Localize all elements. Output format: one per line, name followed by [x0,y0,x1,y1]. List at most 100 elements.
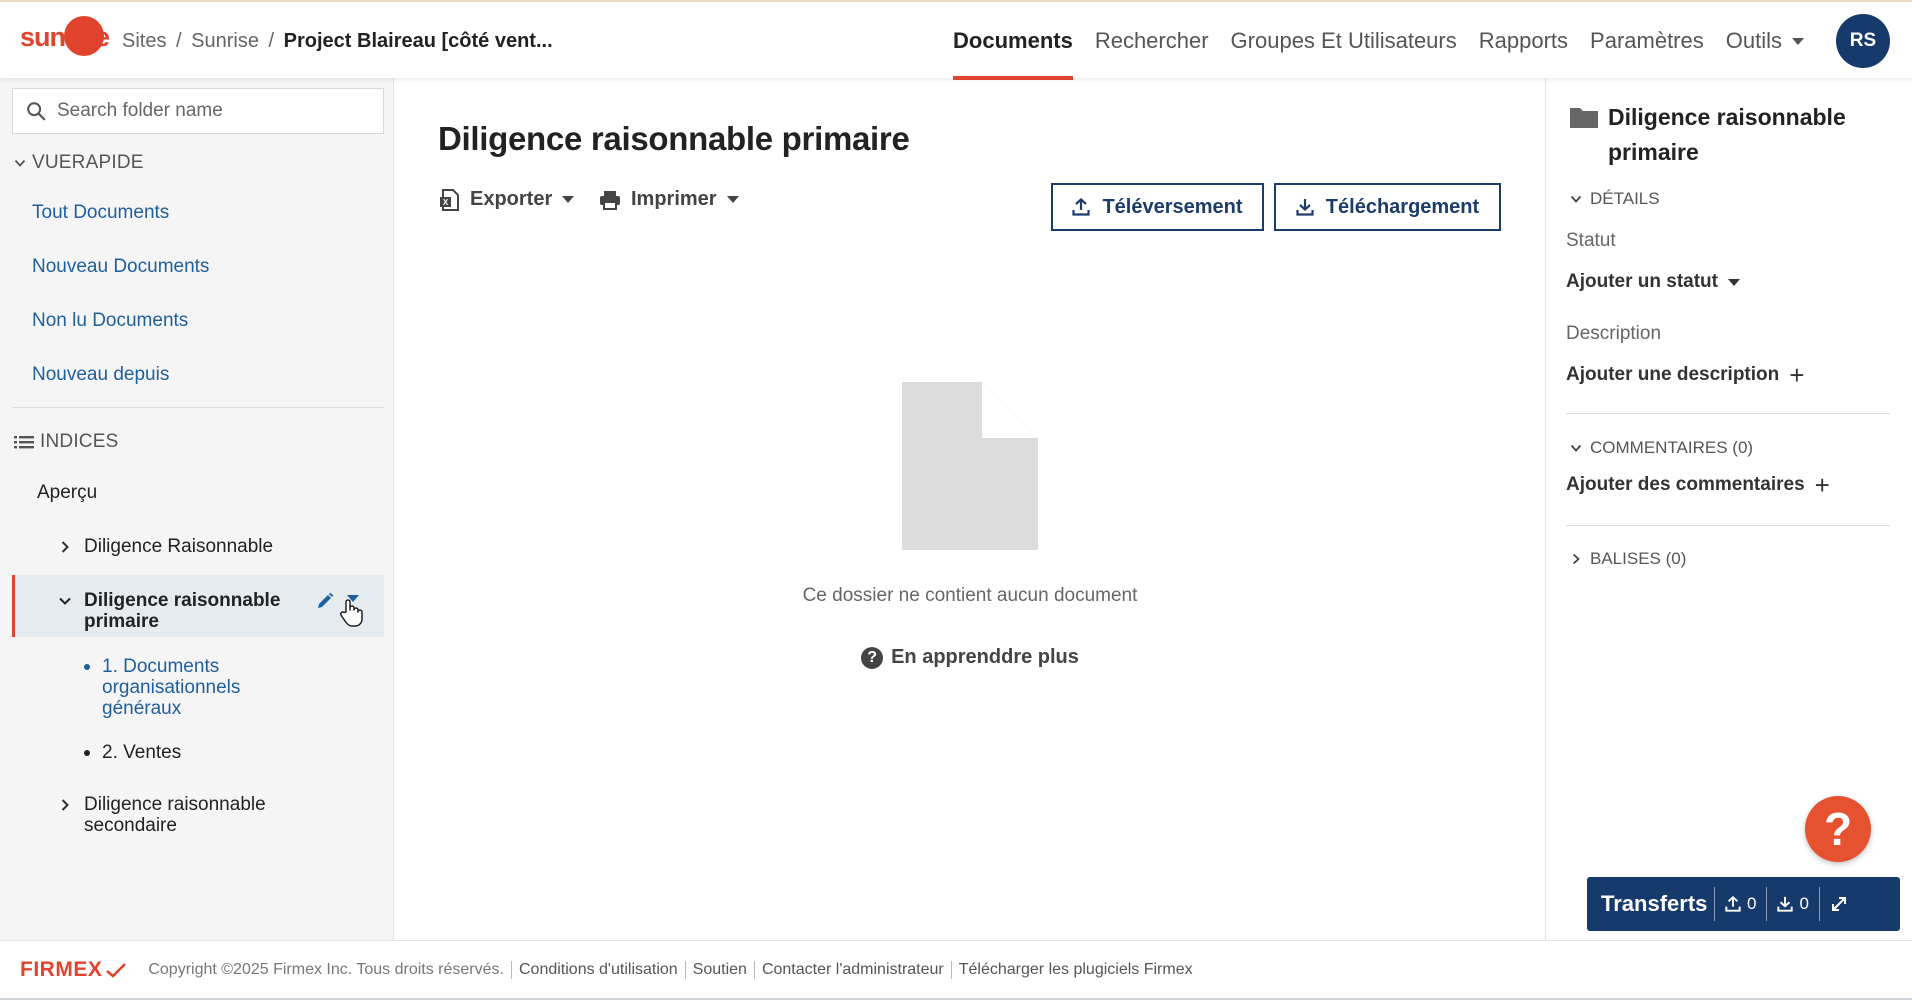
breadcrumb-separator: / [268,30,275,52]
learn-more-link[interactable]: ? En apprenddre plus [395,646,1545,669]
excel-export-icon: X [440,188,459,211]
breadcrumb-sites[interactable]: Sites [122,30,166,52]
transfers-widget[interactable]: Transferts 0 0 [1587,877,1900,931]
quick-view-title: VUERAPIDE [32,152,144,173]
export-menu-button[interactable]: X Exporter [440,188,575,211]
chevron-right-icon[interactable] [58,798,72,812]
status-label: Statut [1566,230,1616,251]
chevron-right-icon[interactable] [58,540,72,554]
tree-subitem-documents-organisationnels[interactable]: 1. Documents organisationnels généraux [84,656,240,719]
folder-search-input[interactable] [57,100,357,122]
upload-icon [1725,896,1741,912]
print-menu-button[interactable]: Imprimer [599,188,739,211]
details-title-line2: primaire [1608,139,1699,165]
nav-rapports[interactable]: Rapports [1479,2,1568,80]
breadcrumb-current-project[interactable]: Project Blaireau [côté vent... [284,30,553,52]
quick-link-new-documents[interactable]: Nouveau Documents [32,256,209,278]
quick-link-new-since[interactable]: Nouveau depuis [32,364,169,386]
download-button[interactable]: Téléchargement [1274,183,1501,231]
help-button[interactable]: ? [1805,796,1871,862]
caret-down-icon [1728,278,1740,286]
caret-down-icon [726,196,739,203]
folder-icon [1570,108,1598,128]
breadcrumb-sunrise[interactable]: Sunrise [191,30,259,52]
folder-search-box[interactable] [12,88,384,134]
nav-rechercher[interactable]: Rechercher [1095,2,1209,80]
tree-subitem-label-line2: organisationnels [102,677,241,698]
question-circle-icon: ? [861,646,884,669]
transfers-label: Transferts [1601,891,1708,916]
uploads-count: 0 [1747,894,1757,913]
add-comments-button[interactable]: Ajouter des commentaires + [1566,472,1830,498]
tree-subitem-label-line1: 1. Documents [102,656,220,677]
export-label: Exporter [470,188,553,210]
details-header-label: DÉTAILS [1590,189,1660,208]
svg-text:X: X [443,198,449,207]
tree-item-diligence-raisonnable[interactable]: Diligence Raisonnable [58,536,273,558]
top-navigation: Documents Rechercher Groupes Et Utilisat… [953,2,1890,80]
chevron-down-icon[interactable] [58,594,72,608]
tree-subitem-ventes[interactable]: 2. Ventes [84,742,181,764]
add-description-button[interactable]: Ajouter une description + [1566,360,1805,390]
printer-icon [600,190,620,210]
app-footer: FIRMEX Copyright ©2025 Firmex Inc. Tous … [0,940,1912,1000]
quick-link-all-documents[interactable]: Tout Documents [32,202,169,224]
chevron-right-icon [1572,553,1580,565]
chevron-down-icon [1570,195,1582,203]
nav-parametres[interactable]: Paramètres [1590,2,1704,80]
tree-subitem-label: 1. Documents organisationnels généraux [102,656,240,719]
empty-folder-message: Ce dossier ne contient aucun document [802,585,1138,606]
user-avatar[interactable]: RS [1836,14,1890,68]
footer-contact-admin-link[interactable]: Contacter l'administrateur [753,960,951,979]
index-header[interactable]: INDICES [14,431,118,453]
comments-section-header[interactable]: COMMENTAIRES (0) [1570,438,1753,458]
footer-copyright: Copyright ©2025 Firmex Inc. Tous droits … [148,960,504,978]
add-description-label: Ajouter une description [1566,364,1780,385]
search-icon [27,102,46,121]
details-divider [1566,525,1890,526]
upload-label: Téléversement [1102,195,1243,218]
footer-plugins-link[interactable]: Télécharger les plugiciels Firmex [950,960,1200,979]
tags-section-header[interactable]: BALISES (0) [1570,549,1686,569]
tree-item-label-line2: primaire [84,611,159,632]
quick-link-unread-documents[interactable]: Non lu Documents [32,310,188,332]
firmex-logo[interactable]: FIRMEX [20,957,127,982]
tree-item-label: Aperçu [37,482,98,503]
footer-support-link[interactable]: Soutien [684,960,754,979]
folder-content-area: Diligence raisonnable primaire X Exporte… [395,78,1545,940]
comments-header-label: COMMENTAIRES (0) [1590,438,1754,457]
nav-groupes-utilisateurs[interactable]: Groupes Et Utilisateurs [1231,2,1457,80]
tree-item-diligence-primaire[interactable]: Diligence raisonnable primaire [58,590,280,632]
tree-item-diligence-secondaire[interactable]: Diligence raisonnable secondaire [58,794,266,836]
tree-item-label-line1: Diligence raisonnable [84,794,266,815]
transfers-expand[interactable] [1818,887,1864,921]
plus-icon: + [1789,360,1805,390]
tree-item-label: Diligence raisonnable primaire [84,590,280,632]
pencil-edit-icon[interactable] [316,592,334,610]
quick-view-header[interactable]: VUERAPIDE [14,152,144,174]
logo-text: sunrise [20,22,110,52]
app-header: sunrise Sites / Sunrise / Project Blaire… [0,0,1912,80]
details-title-text: Diligence raisonnable primaire [1608,100,1868,170]
tree-subitem-label: 2. Ventes [102,742,182,763]
download-icon [1296,199,1314,216]
tree-item-overview[interactable]: Aperçu [37,482,97,504]
nav-outils[interactable]: Outils [1726,2,1804,80]
upload-button[interactable]: Téléversement [1051,183,1264,231]
tags-header-label: BALISES (0) [1590,549,1687,568]
sunrise-logo[interactable]: sunrise [20,14,112,60]
transfers-uploads[interactable]: 0 [1714,887,1766,921]
learn-more-label: En apprenddre plus [891,646,1079,668]
caret-down-icon [1792,37,1804,45]
firmex-logo-text: FIRMEX [20,957,103,981]
downloads-count: 0 [1799,894,1809,913]
details-section-header[interactable]: DÉTAILS [1570,189,1660,209]
footer-terms-link[interactable]: Conditions d'utilisation [510,960,685,979]
add-status-dropdown[interactable]: Ajouter un statut [1566,271,1740,293]
bullet-icon [84,750,90,756]
add-status-label: Ajouter un statut [1566,271,1718,292]
empty-document-icon [902,382,1038,550]
transfers-downloads[interactable]: 0 [1766,887,1818,921]
nav-documents[interactable]: Documents [953,2,1073,80]
folder-sidebar: VUERAPIDE Tout Documents Nouveau Documen… [0,78,394,940]
